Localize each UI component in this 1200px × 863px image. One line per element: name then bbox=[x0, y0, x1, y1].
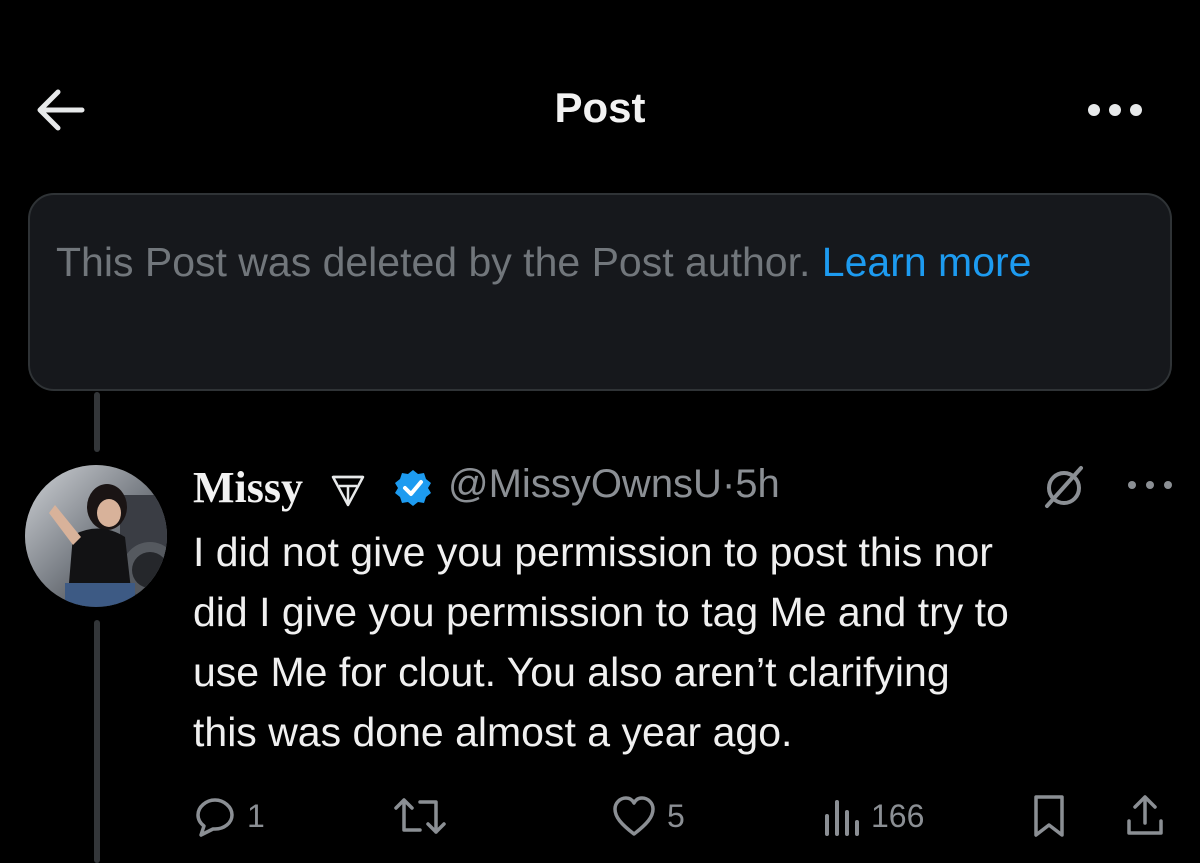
author-handle[interactable]: @MissyOwnsU bbox=[448, 462, 722, 506]
like-button[interactable]: 5 bbox=[611, 788, 685, 844]
deleted-post-notice: This Post was deleted by the Post author… bbox=[28, 193, 1172, 391]
author-name[interactable]: Missy bbox=[193, 462, 303, 513]
thread-line bbox=[94, 620, 100, 863]
grok-icon[interactable] bbox=[1041, 464, 1087, 510]
repost-button[interactable] bbox=[390, 788, 460, 844]
post-more-icon[interactable] bbox=[1123, 470, 1177, 500]
views-icon bbox=[825, 800, 859, 836]
heart-icon bbox=[613, 796, 655, 836]
share-icon bbox=[1127, 795, 1163, 835]
page-title: Post bbox=[554, 84, 646, 131]
post-header: Missy @MissyOwnsU·5h bbox=[193, 462, 1183, 518]
verified-badge-icon[interactable] bbox=[393, 468, 433, 508]
views-button[interactable]: 166 bbox=[821, 788, 924, 844]
post-meta: @MissyOwnsU·5h bbox=[448, 462, 780, 507]
avatar[interactable] bbox=[25, 465, 167, 607]
deleted-notice-text: This Post was deleted by the Post author… bbox=[56, 239, 811, 285]
post-text: I did not give you permission to post th… bbox=[193, 529, 1009, 755]
bookmark-button[interactable] bbox=[1029, 788, 1069, 844]
top-bar: Post bbox=[0, 60, 1200, 160]
meta-separator: · bbox=[721, 462, 736, 506]
post-time[interactable]: 5h bbox=[735, 462, 780, 506]
repost-icon bbox=[394, 798, 446, 834]
avatar-photo bbox=[25, 465, 167, 607]
more-options-button[interactable] bbox=[1080, 90, 1150, 130]
like-count: 5 bbox=[667, 797, 685, 834]
reply-button[interactable]: 1 bbox=[193, 788, 265, 844]
post-actions: 1 5 166 bbox=[193, 788, 1183, 844]
reply-icon bbox=[196, 798, 234, 837]
views-count: 166 bbox=[871, 797, 925, 834]
more-horizontal-icon bbox=[1088, 104, 1142, 116]
share-button[interactable] bbox=[1123, 788, 1167, 844]
triangle-symbol-icon bbox=[331, 475, 365, 507]
bookmark-icon bbox=[1034, 795, 1064, 837]
reply-count: 1 bbox=[247, 797, 265, 834]
learn-more-link[interactable]: Learn more bbox=[822, 239, 1032, 285]
thread-line bbox=[94, 392, 100, 452]
